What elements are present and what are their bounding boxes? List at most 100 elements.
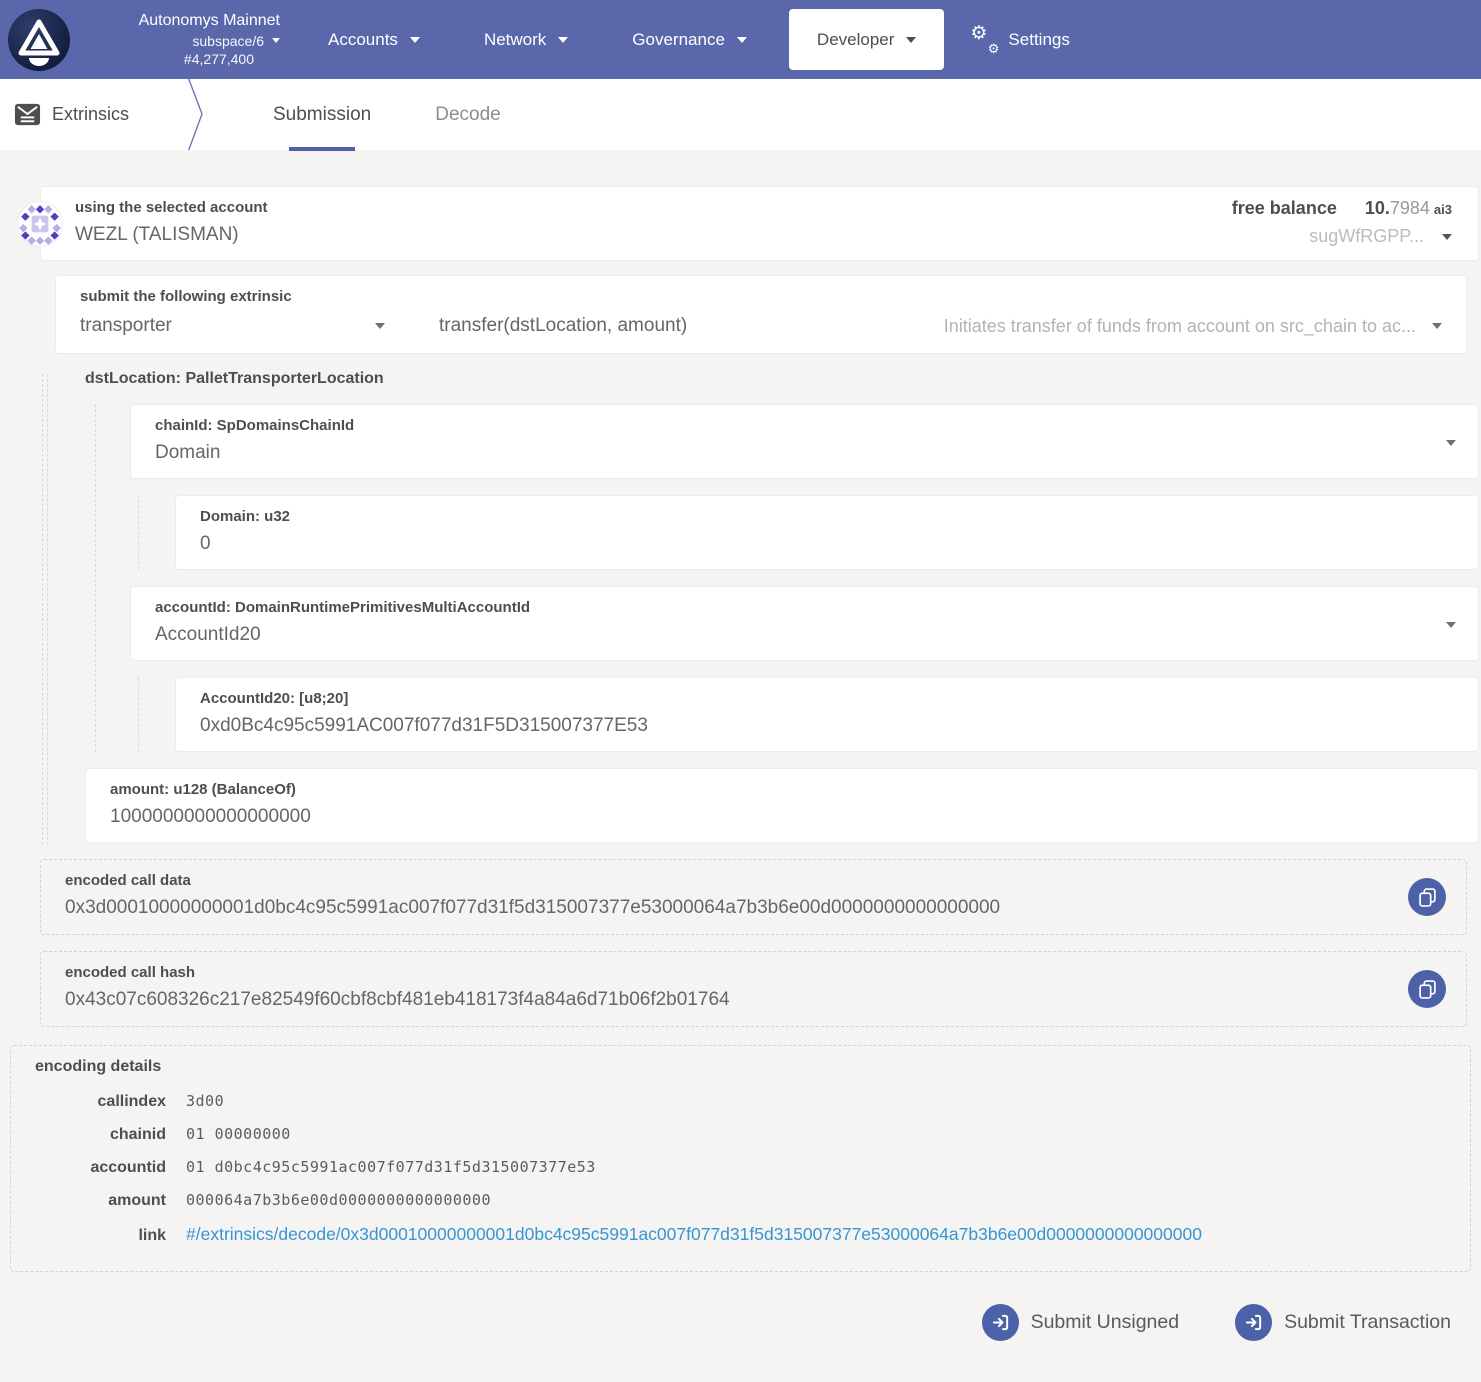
submit-unsigned-label: Submit Unsigned <box>1031 1311 1180 1334</box>
detail-label-link: link <box>35 1227 166 1245</box>
encoding-details-title: encoding details <box>35 1058 1446 1076</box>
sign-in-icon <box>982 1304 1019 1341</box>
account-name: WEZL (TALISMAN) <box>75 224 268 246</box>
method-value[interactable]: transfer(dstLocation, amount) <box>439 315 687 337</box>
params-level-2b: AccountId20: [u8;20] 0xd0Bc4c95c5991AC00… <box>138 677 1481 752</box>
tabs: Submission Decode <box>273 79 501 150</box>
param-chainid-label: chainId: SpDomainsChainId <box>155 417 1454 434</box>
encoded-call-data-value: 0x3d00010000000001d0bc4c95c5991ac007f077… <box>65 897 1376 919</box>
param-accountid-label: accountId: DomainRuntimePrimitivesMultiA… <box>155 599 1454 616</box>
submit-unsigned-button[interactable]: Submit Unsigned <box>982 1304 1180 1341</box>
menu-item-governance[interactable]: Governance <box>600 0 779 79</box>
param-amount-label: amount: u128 (BalanceOf) <box>110 781 1454 798</box>
encoded-call-data-box: encoded call data 0x3d00010000000001d0bc… <box>40 859 1467 935</box>
account-address-short: sugWfRGPP... <box>1309 226 1424 247</box>
tab-decode[interactable]: Decode <box>435 79 501 150</box>
menu-item-accounts[interactable]: Accounts <box>296 0 452 79</box>
chain-info[interactable]: Autonomys Mainnet subspace/6 #4,277,400 <box>84 11 280 68</box>
content-area: using the selected account WEZL (TALISMA… <box>0 186 1481 1341</box>
chevron-down-icon <box>1432 323 1442 329</box>
chevron-down-icon <box>1446 440 1456 446</box>
param-domain-input[interactable]: Domain: u32 0 <box>175 495 1479 570</box>
param-accountid-value: AccountId20 <box>155 624 1454 646</box>
chevron-down-icon[interactable] <box>1442 234 1452 240</box>
copy-icon <box>1419 888 1436 907</box>
tab-submission[interactable]: Submission <box>273 79 371 150</box>
chevron-down-icon <box>1446 622 1456 628</box>
extrinsic-section: submit the following extrinsic transport… <box>55 275 1467 354</box>
detail-value-amount: 000064a7b3b6e00d0000000000000000 <box>186 1191 1446 1209</box>
params-level-2a: Domain: u32 0 <box>138 495 1481 570</box>
pallet-value: transporter <box>80 315 172 337</box>
chevron-down-icon <box>737 37 747 43</box>
balance-fraction: 7984 <box>1390 198 1430 218</box>
chain-name: Autonomys Mainnet <box>139 11 280 32</box>
param-chainid-value: Domain <box>155 442 1454 464</box>
balance-unit: ai3 <box>1434 202 1452 217</box>
menu-item-network[interactable]: Network <box>452 0 600 79</box>
method-select[interactable]: Initiates transfer of funds from account… <box>944 316 1442 337</box>
block-number: #4,277,400 <box>184 50 254 68</box>
param-amount-value: 1000000000000000000 <box>110 806 1454 828</box>
encoded-call-hash-label: encoded call hash <box>65 964 1376 981</box>
param-dstlocation-label: dstLocation: PalletTransporterLocation <box>85 370 1481 388</box>
params-level-1: chainId: SpDomainsChainId Domain Domain:… <box>95 404 1481 752</box>
page-title: Extrinsics <box>52 104 129 125</box>
free-balance-label: free balance <box>1232 198 1337 218</box>
account-identicon <box>17 201 63 247</box>
copy-icon <box>1419 980 1436 999</box>
detail-label-accountid: accountid <box>35 1159 166 1177</box>
breadcrumb-chevron-icon <box>186 79 208 150</box>
settings-gears-icon: ⚙⚙ <box>970 27 998 53</box>
encoding-details-rows: callindex 3d00 chainid 01 00000000 accou… <box>35 1092 1446 1245</box>
account-balance-block: free balance 10.7984 ai3 sugWfRGPP... <box>1232 198 1452 247</box>
copy-call-hash-button[interactable] <box>1408 970 1446 1008</box>
autonomys-logo-icon[interactable] <box>8 9 70 71</box>
method-description: Initiates transfer of funds from account… <box>944 316 1416 337</box>
detail-value-accountid: 01 d0bc4c95c5991ac007f077d31f5d315007377… <box>186 1158 1446 1176</box>
param-accountid20-label: AccountId20: [u8;20] <box>200 690 1454 707</box>
detail-value-chainid: 01 00000000 <box>186 1125 1446 1143</box>
autonomys-logo-glyph <box>8 9 70 71</box>
encoded-call-hash-value: 0x43c07c608326c217e82549f60cbf8cbf481eb4… <box>65 989 1376 1011</box>
settings-button[interactable]: ⚙⚙ Settings <box>954 27 1069 53</box>
settings-label: Settings <box>1008 30 1069 50</box>
account-info: using the selected account WEZL (TALISMA… <box>75 199 268 246</box>
menu-item-developer[interactable]: Developer <box>789 9 945 70</box>
chevron-down-icon <box>410 37 420 43</box>
main-menu: Accounts Network Governance Developer ⚙⚙… <box>296 0 1070 79</box>
chevron-down-icon <box>272 38 280 43</box>
chevron-down-icon <box>375 323 385 329</box>
detail-label-chainid: chainid <box>35 1126 166 1144</box>
param-accountid20-input[interactable]: AccountId20: [u8;20] 0xd0Bc4c95c5991AC00… <box>175 677 1479 752</box>
chevron-down-icon <box>558 37 568 43</box>
param-accountid20-value: 0xd0Bc4c95c5991AC007f077d31F5D315007377E… <box>200 715 1454 737</box>
sign-in-icon <box>1235 1304 1272 1341</box>
param-domain-value: 0 <box>200 533 1454 555</box>
params-tree: dstLocation: PalletTransporterLocation c… <box>42 370 1481 845</box>
param-chainid-select[interactable]: chainId: SpDomainsChainId Domain <box>130 404 1479 479</box>
top-navbar: Autonomys Mainnet subspace/6 #4,277,400 … <box>0 0 1481 79</box>
param-accountid-select[interactable]: accountId: DomainRuntimePrimitivesMultiA… <box>130 586 1479 661</box>
pallet-select[interactable]: transporter <box>80 315 385 337</box>
submit-transaction-label: Submit Transaction <box>1284 1311 1451 1334</box>
copy-call-data-button[interactable] <box>1408 878 1446 916</box>
extrinsics-mail-icon <box>14 101 41 128</box>
detail-label-callindex: callindex <box>35 1093 166 1111</box>
detail-label-amount: amount <box>35 1192 166 1210</box>
decode-link[interactable]: #/extrinsics/decode/0x3d00010000000001d0… <box>186 1224 1202 1244</box>
chevron-down-icon <box>906 37 916 43</box>
account-label: using the selected account <box>75 199 268 216</box>
encoded-call-data-label: encoded call data <box>65 872 1376 889</box>
balance-integer: 10. <box>1365 198 1390 218</box>
param-amount-input[interactable]: amount: u128 (BalanceOf) 100000000000000… <box>85 768 1479 843</box>
account-selector[interactable]: using the selected account WEZL (TALISMA… <box>40 186 1479 261</box>
extrinsic-label: submit the following extrinsic <box>80 288 1442 305</box>
actions-bar: Submit Unsigned Submit Transaction <box>0 1304 1451 1341</box>
tab-bar: Extrinsics Submission Decode <box>0 79 1481 150</box>
submit-transaction-button[interactable]: Submit Transaction <box>1235 1304 1451 1341</box>
runtime-version: subspace/6 <box>192 32 264 50</box>
encoding-details-box: encoding details callindex 3d00 chainid … <box>10 1045 1471 1272</box>
encoded-call-hash-box: encoded call hash 0x43c07c608326c217e825… <box>40 951 1467 1027</box>
detail-value-callindex: 3d00 <box>186 1092 1446 1110</box>
